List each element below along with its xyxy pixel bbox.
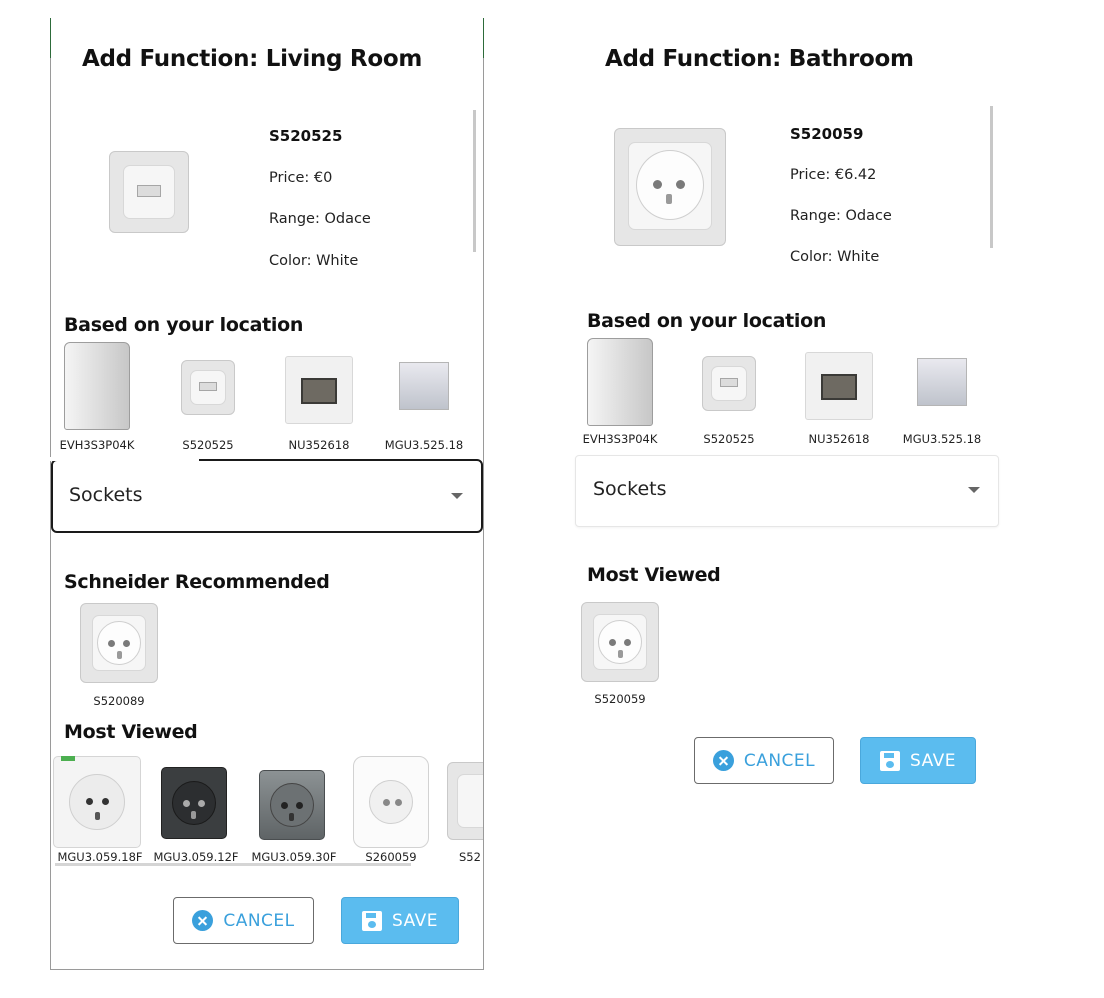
save-button-label: SAVE (391, 910, 439, 931)
add-function-dialog-living-room: Add Function: Living Room S520525 Price:… (49, 18, 484, 970)
dialog-title: Add Function: Bathroom (605, 46, 914, 72)
most-viewed-item[interactable] (581, 602, 659, 682)
product-price: Price: €6.42 (790, 167, 877, 183)
product-scrollbar[interactable] (990, 106, 993, 248)
cancel-button[interactable]: CANCEL (694, 737, 834, 784)
dialog-title: Add Function: Living Room (82, 46, 422, 72)
location-item-label: S520525 (703, 432, 755, 446)
most-viewed-item[interactable] (447, 762, 483, 840)
cancel-button[interactable]: CANCEL (173, 897, 314, 944)
recommended-item[interactable] (80, 603, 158, 683)
most-viewed-heading: Most Viewed (587, 564, 721, 586)
location-item-label: MGU3.525.18 (384, 438, 464, 452)
product-code: S520525 (269, 127, 343, 145)
selected-product-image (109, 151, 189, 233)
location-item-label: S520525 (182, 438, 234, 452)
most-viewed-item-label: MGU3.059.18F (57, 850, 143, 864)
close-circle-icon (712, 750, 734, 771)
location-item-label: MGU3.525.18 (902, 432, 982, 446)
add-function-dialog-bathroom: Add Function: Bathroom S520059 Price: €6… (570, 18, 1000, 808)
location-heading: Based on your location (64, 314, 304, 336)
product-range: Range: Odace (790, 208, 892, 224)
save-button[interactable]: SAVE (860, 737, 976, 784)
location-item[interactable] (64, 342, 130, 432)
cancel-button-label: CANCEL (223, 910, 295, 931)
location-item[interactable] (917, 358, 967, 406)
caret-down-icon (451, 493, 463, 499)
select-value: Sockets (69, 484, 143, 506)
most-viewed-item[interactable] (161, 767, 227, 839)
select-value: Sockets (593, 478, 667, 500)
location-item[interactable] (805, 352, 873, 420)
location-item-label: NU352618 (288, 438, 350, 452)
location-item[interactable] (285, 356, 353, 424)
save-button[interactable]: SAVE (341, 897, 459, 944)
most-viewed-heading: Most Viewed (64, 721, 198, 743)
most-viewed-item-label: MGU3.059.30F (251, 850, 337, 864)
product-color: Color: White (790, 249, 880, 265)
location-item-label: EVH3S3P04K (582, 432, 658, 446)
most-viewed-item[interactable] (53, 756, 141, 848)
most-viewed-item[interactable] (353, 756, 429, 848)
recommended-item-label: S520089 (93, 694, 145, 708)
most-viewed-item-label: S260059 (365, 850, 417, 864)
close-circle-icon (192, 910, 214, 931)
selected-product-image (614, 128, 726, 246)
location-item[interactable] (587, 338, 653, 428)
floppy-disk-icon (361, 910, 382, 931)
product-color: Color: White (269, 253, 359, 269)
product-scrollbar[interactable] (473, 110, 476, 252)
location-heading: Based on your location (587, 310, 827, 332)
location-item-label: NU352618 (808, 432, 870, 446)
most-viewed-item-label: MGU3.059.12F (153, 850, 239, 864)
product-code: S520059 (790, 125, 864, 143)
most-viewed-item-label: S520059 (594, 692, 646, 706)
product-price: Price: €0 (269, 170, 333, 186)
cancel-button-label: CANCEL (743, 750, 816, 771)
caret-down-icon (968, 487, 980, 493)
location-item[interactable] (702, 356, 756, 411)
recommended-heading: Schneider Recommended (64, 571, 330, 593)
most-viewed-scrollbar[interactable] (55, 863, 411, 866)
save-button-label: SAVE (909, 750, 957, 771)
location-item[interactable] (181, 360, 235, 415)
floppy-disk-icon (879, 750, 900, 771)
most-viewed-item[interactable] (259, 770, 325, 840)
most-viewed-item-label: S52 (459, 850, 481, 864)
function-type-select[interactable]: Sockets (575, 455, 999, 527)
dropdown-label-gap (49, 457, 199, 461)
product-range: Range: Odace (269, 211, 371, 227)
location-item[interactable] (399, 362, 449, 410)
location-item-label: EVH3S3P04K (59, 438, 135, 452)
function-type-select[interactable]: Sockets (51, 459, 483, 533)
